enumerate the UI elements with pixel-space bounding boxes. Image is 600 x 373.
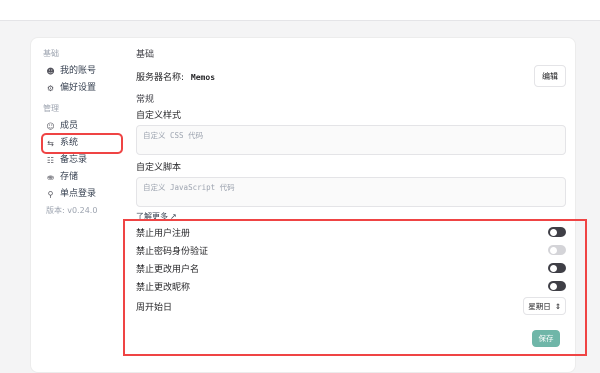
toggle-label: 禁止密码身份验证 <box>136 246 209 257</box>
sidebar-item-label: 备忘录 <box>60 155 88 165</box>
server-name: 服务器名称: Memos <box>136 70 215 83</box>
server-name-value: Memos <box>190 72 216 82</box>
system-settings-panel: 基础 服务器名称: Memos 编辑 常规 自定义样式 自定义 CSS 代码 自… <box>136 48 566 347</box>
general-heading: 常规 <box>136 95 155 105</box>
toggle-row-disable-password-auth: 禁止密码身份验证 <box>136 241 566 259</box>
toggle-row-disable-change-username: 禁止更改用户名 <box>136 259 566 277</box>
toggle-label: 禁止更改用户名 <box>136 264 200 275</box>
sidebar-item-label: 存储 <box>60 172 79 182</box>
users-icon: ☺ <box>46 122 55 131</box>
toggle-label: 禁止更改昵称 <box>136 282 191 293</box>
sidebar-item-my-account[interactable]: ☻ 我的账号 <box>43 63 121 80</box>
sidebar-item-memos[interactable]: ☷ 备忘录 <box>43 152 121 169</box>
week-start-select[interactable]: 星期日 ⇕ <box>523 297 566 315</box>
save-button[interactable]: 保存 <box>532 330 560 347</box>
toggle-label: 禁止用户注册 <box>136 228 191 239</box>
basic-heading: 基础 <box>136 50 155 60</box>
edit-button[interactable]: 编辑 <box>534 65 566 87</box>
week-start-row: 周开始日 星期日 ⇕ <box>136 295 566 317</box>
server-name-label: 服务器名称: <box>136 72 185 83</box>
sidebar-item-system[interactable]: ⇆ 系统 <box>41 133 123 154</box>
custom-style-textarea[interactable]: 自定义 CSS 代码 <box>136 125 566 155</box>
sidebar-item-storage[interactable]: ⛂ 存储 <box>43 169 121 186</box>
week-start-label: 周开始日 <box>136 302 173 313</box>
sliders-icon: ⇆ <box>47 139 54 148</box>
disable-change-nickname-toggle[interactable] <box>548 281 566 291</box>
custom-style-label: 自定义样式 <box>136 111 182 121</box>
toggle-row-disable-signup: 禁止用户注册 <box>136 223 566 241</box>
user-icon: ☻ <box>46 67 55 76</box>
section-label-admin: 管理 <box>43 104 59 113</box>
custom-script-textarea[interactable]: 自定义 JavaScript 代码 <box>136 177 566 207</box>
sidebar-item-label: 成员 <box>60 121 79 131</box>
section-label-basic: 基础 <box>43 49 59 58</box>
external-link-icon: ↗ <box>170 212 177 221</box>
sidebar-item-label: 偏好设置 <box>60 83 97 93</box>
disable-signup-toggle[interactable] <box>548 227 566 237</box>
toggle-row-disable-change-nickname: 禁止更改昵称 <box>136 277 566 295</box>
settings-card: 基础 ☻ 我的账号 ⚙ 偏好设置 管理 ☺ 成员 ⇆ 系统 ☷ 备忘录 ⛂ 存储… <box>30 37 576 373</box>
week-start-value: 星期日 <box>528 301 551 311</box>
sidebar-item-members[interactable]: ☺ 成员 <box>43 118 121 135</box>
key-icon: ⚲ <box>47 190 54 199</box>
database-icon: ⛂ <box>47 173 54 182</box>
sidebar-item-preferences[interactable]: ⚙ 偏好设置 <box>43 80 121 97</box>
server-name-row: 服务器名称: Memos 编辑 <box>136 65 566 87</box>
sidebar-item-label: 系统 <box>60 138 79 148</box>
version-label: 版本: v0.24.0 <box>46 206 98 215</box>
settings-sidebar: 基础 ☻ 我的账号 ⚙ 偏好设置 管理 ☺ 成员 ⇆ 系统 ☷ 备忘录 ⛂ 存储… <box>41 48 123 216</box>
learn-more-link[interactable]: 了解更多 ↗ <box>136 211 566 223</box>
sidebar-item-sso[interactable]: ⚲ 单点登录 <box>43 186 121 203</box>
chevron-updown-icon: ⇕ <box>554 301 561 311</box>
gear-icon: ⚙ <box>46 84 55 93</box>
top-bar <box>0 0 600 21</box>
disable-change-username-toggle[interactable] <box>548 263 566 273</box>
disable-password-auth-toggle[interactable] <box>548 245 566 255</box>
sidebar-item-label: 我的账号 <box>60 66 97 76</box>
memo-icon: ☷ <box>46 156 55 165</box>
sidebar-item-label: 单点登录 <box>60 189 97 199</box>
custom-script-label: 自定义脚本 <box>136 163 182 173</box>
